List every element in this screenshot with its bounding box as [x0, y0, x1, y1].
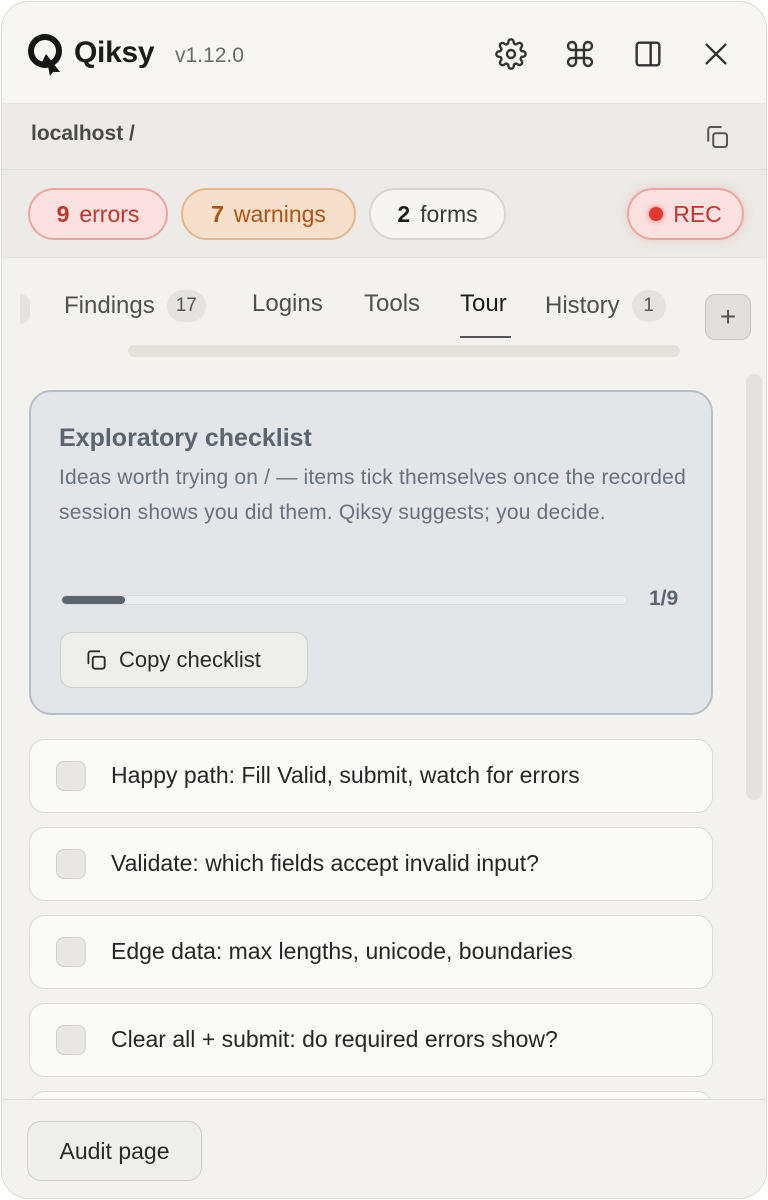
record-dot-icon [649, 207, 664, 221]
url-bar: localhost / [2, 104, 766, 170]
checklist-checkbox[interactable] [56, 1025, 86, 1055]
settings-icon [495, 38, 527, 70]
checklist-item[interactable]: Happy path: Fill Valid, submit, watch fo… [29, 739, 713, 813]
panel-icon [635, 41, 661, 67]
tab-tour-label: Tour [460, 290, 507, 317]
audit-page-button[interactable]: Audit page [27, 1121, 202, 1181]
checklist-item[interactable]: Edge data: max lengths, unicode, boundar… [29, 915, 713, 989]
tab-history-label: History [545, 292, 620, 319]
header: Qiksy v1.12.0 [2, 2, 766, 104]
tab-history-count: 1 [631, 290, 666, 322]
tabs-horizontal-scrollbar[interactable] [128, 345, 680, 357]
tab-history[interactable]: History 1 [545, 290, 666, 322]
tab-findings-count: 17 [166, 290, 206, 322]
checklist-progress-label: 1/9 [649, 587, 679, 610]
close-icon [705, 43, 727, 65]
errors-label: errors [79, 200, 140, 227]
checklist-item[interactable]: Clear all + submit: do required errors s… [29, 1003, 713, 1077]
tab-findings[interactable]: Findings 17 [64, 290, 206, 322]
checklist-item-label: Happy path: Fill Valid, submit, watch fo… [111, 762, 580, 788]
record-button[interactable]: REC [627, 188, 744, 240]
command-button[interactable] [558, 32, 602, 76]
copy-checklist-label: Copy checklist [119, 647, 261, 672]
qiksy-logo-icon [28, 34, 62, 76]
toggle-panel-button[interactable] [626, 32, 670, 76]
command-icon [566, 40, 594, 68]
checklist-item[interactable]: Validate: which fields accept invalid in… [29, 827, 713, 901]
checklist-checkbox[interactable] [56, 849, 86, 879]
stats-row: 9 errors 7 warnings 2 forms REC [2, 170, 766, 258]
checklist-title: Exploratory checklist [59, 424, 312, 452]
tab-logins[interactable]: Logins [252, 290, 323, 318]
tab-tour[interactable]: Tour [460, 290, 507, 318]
copy-checklist-button[interactable]: Copy checklist [60, 632, 308, 688]
checklist-description: Ideas worth trying on / — items tick the… [59, 466, 686, 524]
errors-count: 9 [56, 200, 70, 227]
record-label: REC [673, 200, 722, 227]
tab-tools-label: Tools [364, 290, 421, 317]
content-vertical-scrollbar[interactable] [746, 374, 762, 800]
current-url: localhost / [31, 122, 135, 145]
tab-logins-label: Logins [252, 290, 323, 317]
tab-findings-label: Findings [64, 292, 155, 319]
checklist-progress-fill [62, 596, 125, 604]
checklist-item-label: Edge data: max lengths, unicode, boundar… [111, 938, 573, 964]
settings-button[interactable] [489, 32, 533, 76]
checklist-progress-bar [61, 595, 628, 605]
forms-badge[interactable]: 2 forms [369, 188, 506, 240]
warnings-count: 7 [211, 200, 224, 227]
active-tab-indicator [460, 336, 511, 338]
add-tab-button[interactable]: + [705, 294, 751, 340]
warnings-badge[interactable]: 7 warnings [181, 188, 356, 240]
copy-icon [87, 650, 106, 670]
close-button[interactable] [694, 32, 738, 76]
qiksy-panel: Qiksy v1.12.0 localhost / 9 errors 7 war… [1, 1, 767, 1199]
warnings-label: warnings [233, 200, 326, 227]
tab-tools[interactable]: Tools [364, 290, 420, 318]
version-label: v1.12.0 [175, 44, 244, 67]
brand-name: Qiksy [74, 36, 155, 69]
forms-label: forms [420, 200, 478, 227]
checklist-card: Exploratory checklist Ideas worth trying… [29, 390, 713, 715]
copy-url-icon[interactable] [702, 122, 732, 152]
checklist-checkbox[interactable] [56, 761, 86, 791]
footer: Audit page [2, 1099, 766, 1198]
checklist-checkbox[interactable] [56, 937, 86, 967]
checklist-item-label: Clear all + submit: do required errors s… [111, 1026, 558, 1052]
forms-count: 2 [397, 200, 411, 227]
errors-badge[interactable]: 9 errors [28, 188, 168, 240]
checklist-item-label: Validate: which fields accept invalid in… [111, 850, 539, 876]
